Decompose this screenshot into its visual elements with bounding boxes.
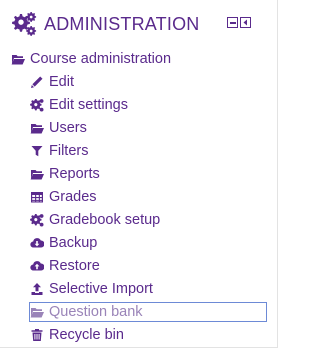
tree-item-label: Users: [49, 120, 87, 136]
tree-item-label: Gradebook setup: [49, 212, 161, 228]
tree-item-label: Edit settings: [49, 97, 128, 113]
cloud-download-icon: [30, 236, 45, 250]
cloud-upload-icon: [30, 259, 45, 273]
folder-open-icon: [30, 305, 44, 319]
cog-icon: [30, 213, 44, 227]
folder-open-icon: [30, 121, 44, 135]
tree-item-gradebook-setup[interactable]: Gradebook setup: [30, 210, 160, 230]
cog-icon: [30, 98, 44, 112]
block-controls: [227, 17, 251, 31]
tree-item-label: Restore: [49, 258, 100, 274]
tree-item-label: Filters: [49, 143, 89, 159]
folder-open-icon: [30, 167, 44, 181]
tree-item-question-bank[interactable]: Question bank: [29, 302, 267, 322]
filter-icon: [30, 144, 44, 158]
cogs-icon: [12, 12, 37, 36]
tree-item-label: Edit: [49, 74, 74, 90]
tree-item-filters[interactable]: Filters: [30, 141, 88, 161]
tree-item-label: Selective Import: [49, 281, 153, 297]
tree-item-reports[interactable]: Reports: [30, 164, 100, 184]
pencil-icon: [30, 75, 44, 89]
tree-item-label: Reports: [49, 166, 100, 182]
tree-item-users[interactable]: Users: [30, 118, 87, 138]
upload-icon: [30, 282, 44, 296]
tree-root-course-administration[interactable]: Course administration: [11, 49, 171, 69]
trash-icon: [30, 328, 44, 342]
folder-open-icon: [11, 52, 25, 66]
tree-item-edit[interactable]: Edit: [30, 72, 74, 92]
tree-item-recycle-bin[interactable]: Recycle bin: [30, 325, 124, 345]
block-header: ADMINISTRATION: [0, 0, 277, 46]
minimize-icon[interactable]: [227, 17, 238, 28]
tree-item-grades[interactable]: Grades: [30, 187, 97, 207]
tree-item-label: Course administration: [30, 51, 172, 67]
block-title: ADMINISTRATION: [44, 14, 200, 34]
table-icon: [30, 190, 44, 204]
tree-item-edit-settings[interactable]: Edit settings: [30, 95, 128, 115]
tree-item-label: Grades: [49, 189, 97, 205]
tree-item-restore[interactable]: Restore: [30, 256, 100, 276]
tree-item-label: Backup: [49, 235, 98, 251]
tree-item-selective-import[interactable]: Selective Import: [30, 279, 153, 299]
tree-item-label: Recycle bin: [49, 327, 124, 343]
tree-item-label: Question bank: [49, 304, 143, 320]
tree-item-backup[interactable]: Backup: [30, 233, 97, 253]
administration-block: ADMINISTRATION Course administration Edit…: [0, 0, 278, 348]
dock-icon[interactable]: [240, 17, 251, 28]
